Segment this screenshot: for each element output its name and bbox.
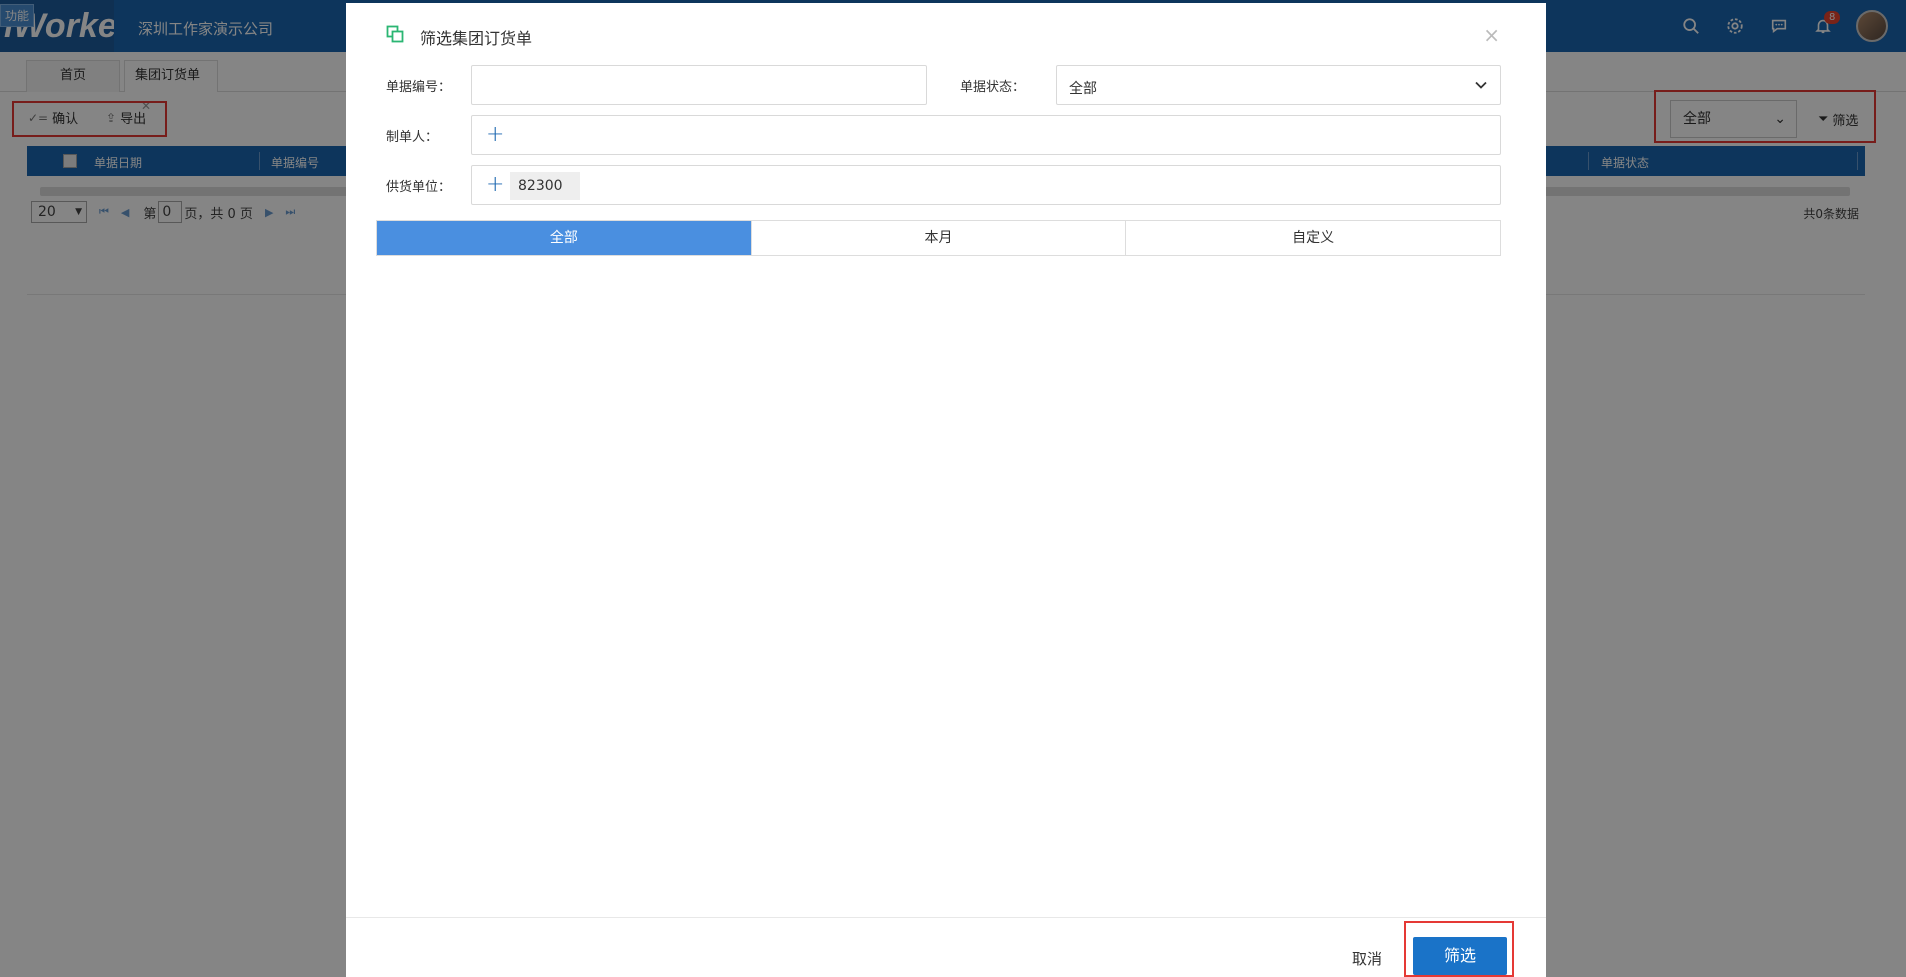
plus-icon[interactable]: +: [486, 124, 504, 146]
plus-icon[interactable]: +: [486, 174, 504, 196]
supplier-field[interactable]: + 82300: [471, 165, 1501, 205]
copy-icon: [386, 25, 404, 43]
dialog-header: 筛选集团订货单 ×: [346, 3, 1546, 61]
period-custom[interactable]: 自定义: [1126, 221, 1501, 255]
supplier-label: 供货单位：: [386, 180, 452, 195]
creator-label: 制单人：: [386, 130, 439, 145]
period-segmented-control: 全部 本月 自定义: [376, 220, 1501, 256]
cancel-button[interactable]: 取消: [1352, 948, 1382, 969]
filter-dialog: 筛选集团订货单 × 单据编号： 单据状态： 全部 制单人： + 供货单位： + …: [346, 3, 1546, 977]
period-all[interactable]: 全部: [377, 221, 752, 255]
dialog-title: 筛选集团订货单: [420, 29, 533, 48]
doc-status-value: 全部: [1069, 81, 1097, 97]
doc-status-select[interactable]: 全部: [1056, 65, 1501, 105]
doc-no-label: 单据编号：: [386, 80, 452, 95]
supplier-chip[interactable]: 82300: [510, 172, 580, 200]
dialog-footer: 取消 筛选: [346, 917, 1546, 977]
highlight-frame-submit: [1404, 921, 1514, 977]
period-this-month[interactable]: 本月: [751, 221, 1127, 255]
chevron-down-icon: [1475, 81, 1487, 89]
doc-no-input[interactable]: [471, 65, 927, 105]
creator-field[interactable]: +: [471, 115, 1501, 155]
doc-status-label: 单据状态：: [960, 80, 1026, 95]
close-icon[interactable]: ×: [1483, 23, 1500, 47]
